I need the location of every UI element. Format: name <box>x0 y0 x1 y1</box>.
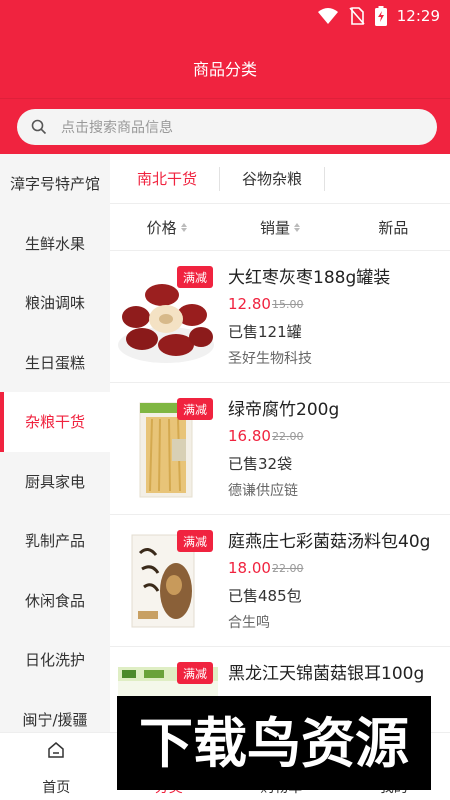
sort-arrows-icon <box>294 223 300 232</box>
sidebar-item-kitchen-appliances[interactable]: 厨具家电 <box>0 452 110 512</box>
search-icon <box>31 119 47 135</box>
product-list: 满减 大红枣灰枣188g罐装 12.80 15.00 已售121罐 圣好生物科技… <box>110 251 450 732</box>
sidebar-item-grains-dried[interactable]: 杂粮干货 <box>0 392 110 452</box>
subcategory-tabs: 南北干货 谷物杂粮 <box>110 154 450 204</box>
sidebar-item-oil-seasoning[interactable]: 粮油调味 <box>0 273 110 333</box>
search-placeholder: 点击搜索商品信息 <box>61 120 173 136</box>
discount-badge: 满减 <box>177 266 213 288</box>
product-name: 黑龙江天锦菌菇银耳100g <box>228 664 425 684</box>
sidebar-item-dairy[interactable]: 乳制产品 <box>0 511 110 571</box>
battery-charging-icon <box>374 6 387 26</box>
category-sidebar: 漳字号特产馆 生鲜水果 粮油调味 生日蛋糕 杂粮干货 厨具家电 乳制产品 休闲食… <box>0 154 110 732</box>
page-title: 商品分类 <box>192 60 257 79</box>
discount-badge: 满减 <box>177 662 213 684</box>
nav-home[interactable]: 首页 <box>0 733 113 800</box>
watermark-logo: 下载鸟资源 <box>117 696 431 790</box>
sort-price-label: 价格 <box>146 219 177 237</box>
product-old-price: 22.00 <box>272 562 304 575</box>
product-name: 大红枣灰枣188g罐装 <box>228 268 391 288</box>
discount-badge: 满减 <box>177 530 213 552</box>
sort-new-button[interactable]: 新品 <box>337 217 450 238</box>
sort-new-label: 新品 <box>378 219 409 237</box>
product-old-price: 15.00 <box>272 298 304 311</box>
product-card[interactable]: 满减 庭燕庄七彩菌菇汤料包40g 18.00 22.00 已售485包 合生鸣 <box>110 515 450 647</box>
sidebar-item-fresh-fruit[interactable]: 生鲜水果 <box>0 214 110 274</box>
sidebar-item-daily-care[interactable]: 日化洗护 <box>0 630 110 690</box>
status-time: 12:29 <box>396 7 440 25</box>
watermark-text: 下载鸟资源 <box>139 712 409 775</box>
product-card[interactable]: 满减 大红枣灰枣188g罐装 12.80 15.00 已售121罐 圣好生物科技 <box>110 251 450 383</box>
header-divider <box>0 98 450 99</box>
sort-bar: 价格 销量 新品 <box>110 205 450 251</box>
product-price: 12.80 <box>228 295 271 313</box>
sort-arrows-icon <box>180 223 187 232</box>
no-sim-icon <box>349 7 365 25</box>
sort-sales-label: 销量 <box>259 219 290 237</box>
search-input[interactable]: 点击搜索商品信息 <box>17 109 437 145</box>
wifi-icon <box>317 8 338 24</box>
sort-price-button[interactable]: 价格 <box>110 217 223 238</box>
product-sold: 已售121罐 <box>228 323 302 341</box>
product-shop: 德谦供应链 <box>228 483 298 499</box>
product-price: 18.00 <box>228 559 271 577</box>
product-shop: 合生鸣 <box>228 615 270 631</box>
watermark-logo-image: 下载鸟资源 <box>139 712 409 775</box>
sidebar-item-birthday-cake[interactable]: 生日蛋糕 <box>0 333 110 393</box>
discount-badge: 满减 <box>177 398 213 420</box>
product-sold: 已售485包 <box>228 587 302 605</box>
home-icon <box>48 742 64 758</box>
sidebar-item-minning-xinjiang[interactable]: 闽宁/援疆 <box>0 690 110 733</box>
sort-sales-button[interactable]: 销量 <box>223 217 336 238</box>
product-card[interactable]: 满减 绿帝腐竹200g 16.80 22.00 已售32袋 德谦供应链 <box>110 383 450 515</box>
product-sold: 已售32袋 <box>228 455 293 473</box>
app-header: 12:29 商品分类 点击搜索商品信息 <box>0 0 450 154</box>
sidebar-item-snacks[interactable]: 休闲食品 <box>0 571 110 631</box>
status-bar: 12:29 <box>0 0 450 34</box>
product-shop: 圣好生物科技 <box>228 351 312 367</box>
product-name: 绿帝腐竹200g <box>228 400 340 420</box>
product-old-price: 22.00 <box>272 430 304 443</box>
tab-grains[interactable]: 谷物杂粮 <box>220 166 326 191</box>
status-icons: 12:29 <box>317 6 440 26</box>
sidebar-item-zhangzihao[interactable]: 漳字号特产馆 <box>0 154 110 214</box>
product-price: 16.80 <box>228 427 271 445</box>
product-name: 庭燕庄七彩菌菇汤料包40g <box>228 532 431 552</box>
nav-home-label: 首页 <box>42 780 71 796</box>
tab-north-south-dried[interactable]: 南北干货 <box>110 166 221 191</box>
